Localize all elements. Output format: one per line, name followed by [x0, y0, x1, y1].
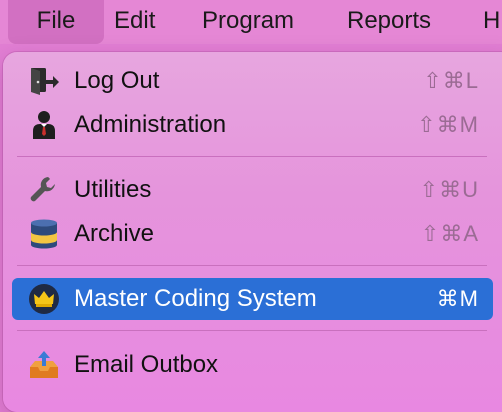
menu-item-utilities[interactable]: Utilities ⇧⌘U: [12, 169, 493, 211]
menu-item-administration[interactable]: Administration ⇧⌘M: [12, 104, 493, 146]
menu-separator: [17, 156, 487, 157]
menu-item-master-coding-system[interactable]: Master Coding System ⌘M: [12, 278, 493, 320]
menubar-help[interactable]: H: [483, 0, 500, 44]
file-menu: Log Out ⇧⌘L Administration ⇧⌘M Utilities…: [3, 52, 502, 412]
admin-person-icon: [28, 109, 60, 141]
menu-item-label: Master Coding System: [74, 285, 317, 312]
menu-separator: [17, 330, 487, 331]
crown-icon: [28, 283, 60, 315]
menubar-edit[interactable]: Edit: [114, 0, 155, 44]
menu-item-shortcut: ⇧⌘M: [417, 112, 479, 137]
menu-item-log-out[interactable]: Log Out ⇧⌘L: [12, 60, 493, 102]
menu-item-shortcut: ⌘M: [436, 286, 479, 311]
menu-item-label: Administration: [74, 111, 227, 138]
database-icon: [28, 218, 60, 250]
menubar-program[interactable]: Program: [202, 0, 294, 44]
outbox-tray-icon: [28, 349, 60, 381]
logout-door-icon: [28, 65, 60, 97]
menu-item-shortcut: ⇧⌘U: [419, 177, 479, 202]
menubar-reports[interactable]: Reports: [347, 0, 431, 44]
menu-item-label: Email Outbox: [74, 351, 219, 378]
menu-item-shortcut: ⇧⌘L: [423, 68, 479, 93]
menu-item-label: Log Out: [74, 67, 160, 94]
menu-item-email-outbox[interactable]: Email Outbox: [12, 344, 493, 386]
menu-item-archive[interactable]: Archive ⇧⌘A: [12, 213, 493, 255]
menu-item-label: Archive: [74, 220, 155, 247]
menu-item-shortcut: ⇧⌘A: [420, 221, 479, 246]
menu-separator: [17, 265, 487, 266]
menubar-file[interactable]: File: [8, 0, 104, 44]
wrench-icon: [28, 174, 60, 206]
menu-item-label: Utilities: [74, 176, 152, 203]
menu-bar: File Edit Program Reports H: [0, 0, 502, 44]
